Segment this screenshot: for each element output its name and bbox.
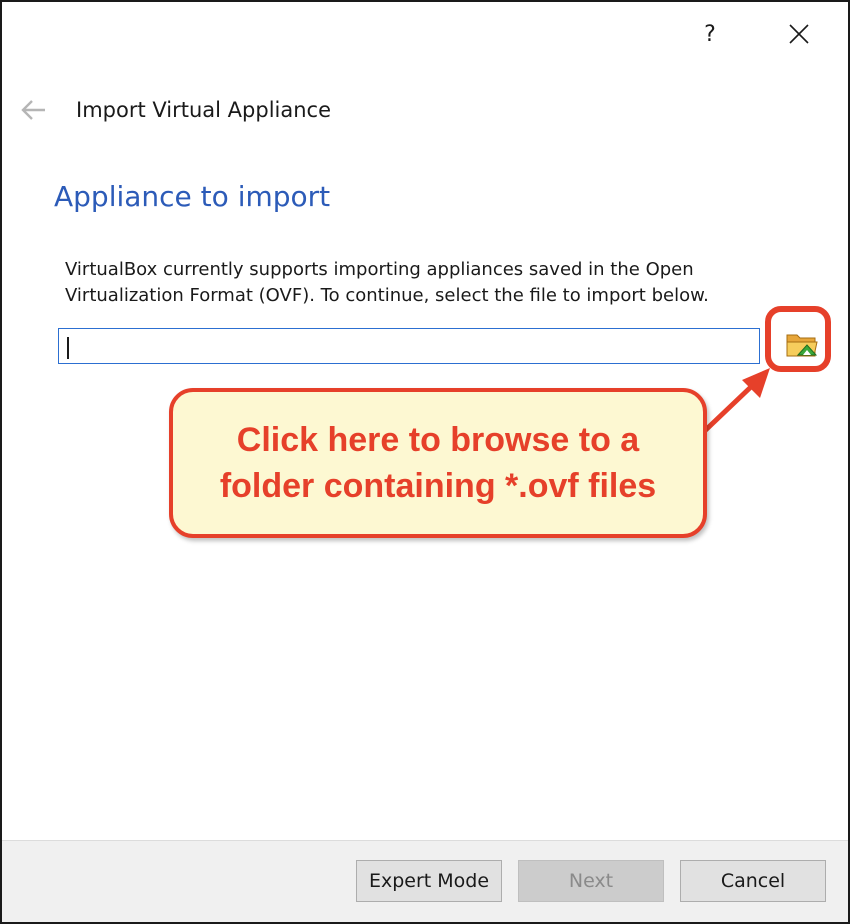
- callout-line-1: Click here to browse to a: [236, 421, 640, 459]
- page-description: VirtualBox currently supports importing …: [65, 259, 709, 306]
- wizard-title: Import Virtual Appliance: [76, 98, 332, 122]
- help-button[interactable]: ?: [688, 14, 732, 54]
- page-heading: Appliance to import: [54, 180, 331, 213]
- close-button[interactable]: [777, 14, 821, 54]
- cancel-button[interactable]: Cancel: [680, 860, 826, 902]
- callout-text: Click here to browse to a folder contain…: [220, 417, 656, 509]
- import-appliance-dialog: ? Import Virtual Appliance Appliance to …: [0, 0, 850, 924]
- annotation-callout: Click here to browse to a folder contain…: [169, 388, 707, 538]
- folder-open-icon: [786, 334, 818, 357]
- button-bar: Expert Mode Next Cancel: [2, 840, 848, 922]
- next-button[interactable]: Next: [518, 860, 664, 902]
- browse-file-button[interactable]: [782, 326, 822, 362]
- close-icon: [789, 24, 809, 44]
- file-path-input[interactable]: [58, 328, 760, 364]
- expert-mode-button[interactable]: Expert Mode: [356, 860, 502, 902]
- callout-line-2: folder containing *.ovf files: [219, 467, 657, 505]
- text-caret: [67, 337, 69, 359]
- back-arrow-icon[interactable]: [18, 94, 50, 126]
- help-label: ?: [704, 21, 716, 47]
